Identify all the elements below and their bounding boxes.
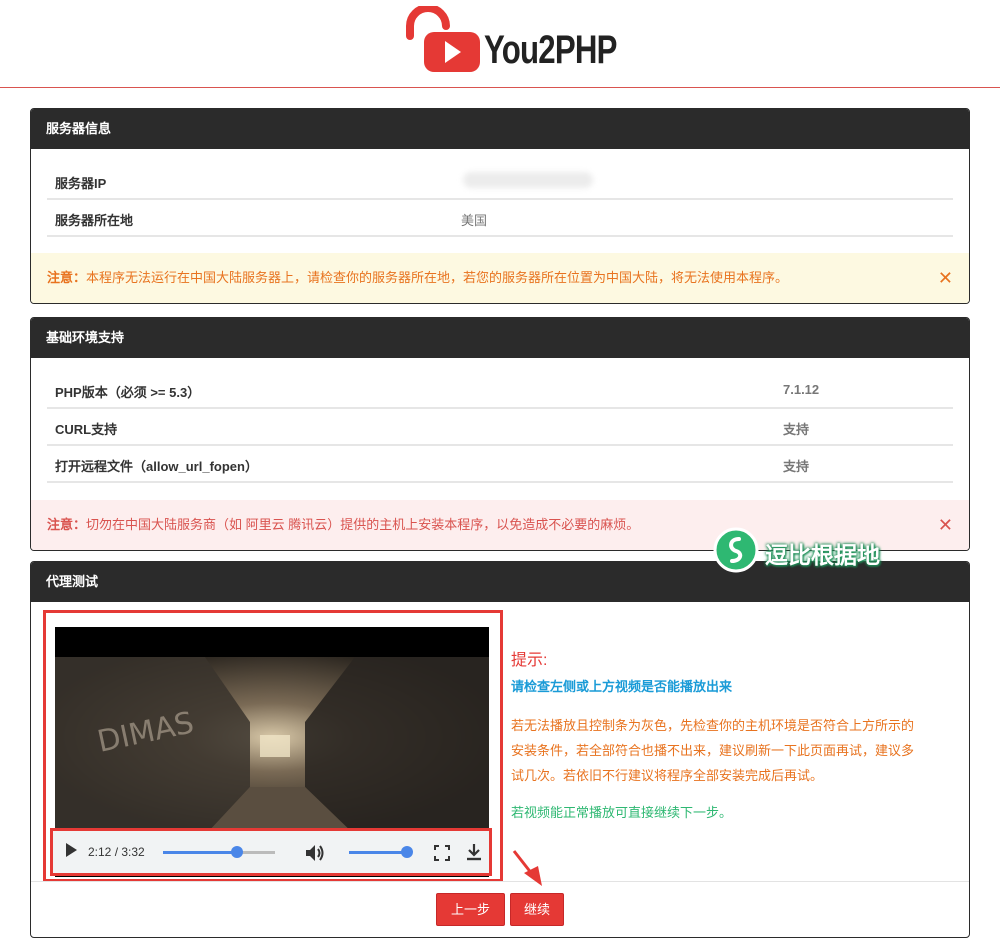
arrow-annotation-icon (512, 850, 542, 886)
alert-text: 本程序无法运行在中国大陆服务器上，请检查你的服务器所在地，若您的服务器所在位置为… (86, 270, 789, 285)
video-controls-highlight: 2:12 / 3:32 (50, 828, 492, 876)
fullscreen-icon[interactable] (434, 845, 450, 861)
alert-text: 切勿在中国大陆服务商（如 阿里云 腾讯云）提供的主机上安装本程序，以免造成不必要… (86, 517, 640, 532)
panel-title: 基础环境支持 (31, 318, 969, 358)
ip-redaction-blur (463, 172, 593, 188)
server-location-row: 服务器所在地 美国 (47, 200, 953, 237)
server-ip-row: 服务器IP (47, 163, 953, 200)
play-icon[interactable] (66, 843, 77, 857)
row-label: 打开远程文件（allow_url_fopen） (55, 459, 258, 474)
progress-fill (163, 851, 237, 854)
row-label: 服务器IP (55, 176, 107, 191)
logo-text: You2PHP (484, 28, 617, 72)
hint-block: 提示: 请检查左侧或上方视频是否能播放出来 若无法播放且控制条为灰色，先检查你的… (511, 646, 921, 821)
row-label: 服务器所在地 (55, 213, 134, 228)
curl-support-row: CURL支持 支持 (47, 409, 953, 446)
progress-thumb[interactable] (231, 846, 243, 858)
allow-url-fopen-row: 打开远程文件（allow_url_fopen） 支持 (47, 446, 953, 483)
row-label: PHP版本（必须 >= 5.3） (55, 385, 201, 400)
you2php-logo[interactable]: You2PHP (400, 4, 617, 76)
watermark-logo-icon (713, 527, 759, 573)
hint-subtitle: 请检查左侧或上方视频是否能播放出来 (511, 679, 733, 694)
environment-panel: 基础环境支持 PHP版本（必须 >= 5.3） 7.1.12 CURL支持 支持… (30, 317, 970, 551)
region-warning-alert: 注意：本程序无法运行在中国大陆服务器上，请检查你的服务器所在地，若您的服务器所在… (31, 253, 969, 303)
time-display: 2:12 / 3:32 (88, 845, 145, 859)
php-version-row: PHP版本（必须 >= 5.3） 7.1.12 (47, 372, 953, 409)
download-icon[interactable] (466, 843, 482, 861)
alert-label: 注意： (47, 270, 87, 285)
divider (31, 881, 969, 882)
panel-title: 服务器信息 (31, 109, 969, 149)
close-icon[interactable]: ✕ (938, 500, 953, 550)
row-label: CURL支持 (55, 422, 118, 437)
row-value: 7.1.12 (783, 382, 820, 397)
youtube-lock-icon (406, 4, 480, 72)
page-header: You2PHP (0, 0, 1000, 88)
row-value: 支持 (783, 459, 810, 474)
proxy-test-panel: 代理测试 DIMAS 2:12 / 3:32 提示: 请检查左侧或上方视频是否能… (30, 561, 970, 938)
volume-thumb[interactable] (401, 846, 413, 858)
alert-label: 注意： (47, 517, 87, 532)
close-icon[interactable]: ✕ (938, 253, 953, 303)
row-value: 支持 (783, 422, 810, 437)
row-value: 美国 (461, 213, 488, 228)
hint-ok: 若视频能正常播放可直接继续下一步。 (511, 805, 733, 820)
volume-icon[interactable] (304, 843, 326, 863)
volume-slider[interactable] (349, 846, 413, 858)
watermark-text: 逗比根据地 (765, 542, 880, 568)
server-info-panel: 服务器信息 服务器IP 服务器所在地 美国 注意：本程序无法运行在中国大陆服务器… (30, 108, 970, 304)
hint-title: 提示: (511, 652, 548, 669)
hint-body: 若无法播放且控制条为灰色，先检查你的主机环境是否符合上方所示的安装条件，若全部符… (511, 718, 915, 783)
continue-button[interactable]: 继续 (510, 893, 564, 926)
previous-step-button[interactable]: 上一步 (436, 893, 505, 926)
progress-slider[interactable] (163, 846, 275, 858)
